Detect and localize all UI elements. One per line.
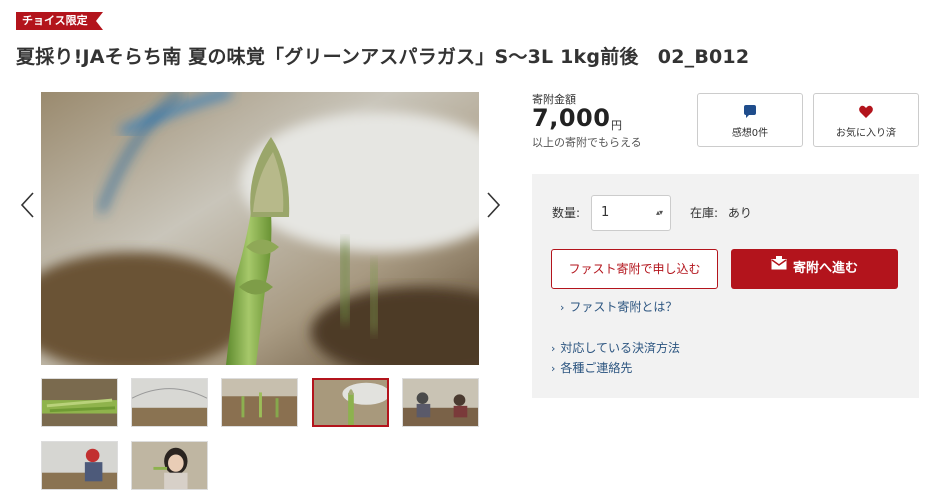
main-product-image xyxy=(41,92,479,365)
thumbnail-3[interactable] xyxy=(221,378,298,427)
donation-amount: 7,000 xyxy=(532,104,611,132)
stock-value: あり xyxy=(727,206,752,220)
thumbnail-1[interactable] xyxy=(41,378,118,427)
donate-button[interactable]: 寄附へ進む xyxy=(731,249,898,289)
heart-icon xyxy=(814,104,918,120)
stock-status: 在庫: あり xyxy=(690,204,752,221)
up-down-caret-icon: ▴▾ xyxy=(655,208,663,217)
currency-unit: 円 xyxy=(611,119,622,132)
thumbnail-6[interactable] xyxy=(41,441,118,490)
next-image-arrow[interactable] xyxy=(483,190,503,220)
fast-donation-button[interactable]: ファスト寄附で申し込む xyxy=(551,249,718,289)
payment-methods-link[interactable]: › 対応している決済方法 xyxy=(551,339,680,356)
thumbnail-5[interactable] xyxy=(402,378,479,427)
speech-bubble-icon xyxy=(698,104,802,120)
favorite-label: お気に入り済 xyxy=(836,128,896,139)
payment-methods-text: 対応している決済方法 xyxy=(560,341,681,355)
quantity-value: 1 xyxy=(601,205,610,220)
thumbnail-7[interactable] xyxy=(131,441,208,490)
thumbnail-4-selected[interactable] xyxy=(312,378,389,427)
quantity-label: 数量: xyxy=(552,206,581,220)
contact-info-text: 各種ご連絡先 xyxy=(560,361,633,375)
contact-info-link[interactable]: › 各種ご連絡先 xyxy=(551,359,632,376)
favorite-button[interactable]: お気に入り済 xyxy=(813,93,919,147)
quantity-select[interactable]: 1 ▴▾ xyxy=(591,195,671,231)
fast-donation-info-link[interactable]: › ファスト寄附とは？ xyxy=(560,298,677,315)
thumbnail-2[interactable] xyxy=(131,378,208,427)
review-button[interactable]: 感想0件 xyxy=(697,93,803,147)
donation-note: 以上の寄附でもらえる xyxy=(532,136,642,149)
chevron-right-icon: › xyxy=(560,301,565,314)
review-count-label: 感想0件 xyxy=(731,128,769,139)
donate-button-label: 寄附へ進む xyxy=(792,261,858,276)
choice-limited-badge: チョイス限定 xyxy=(16,12,103,30)
product-title: 夏採り!JAそらち南 夏の味覚「グリーンアスパラガス」S〜3L 1kg前後 02… xyxy=(16,46,750,68)
envelope-icon xyxy=(771,247,787,287)
fast-donation-info-text: ファスト寄附とは？ xyxy=(569,300,678,314)
stock-label: 在庫: xyxy=(690,206,719,220)
previous-image-arrow[interactable] xyxy=(18,190,38,220)
chevron-right-icon: › xyxy=(551,342,556,355)
chevron-right-icon: › xyxy=(551,362,556,375)
